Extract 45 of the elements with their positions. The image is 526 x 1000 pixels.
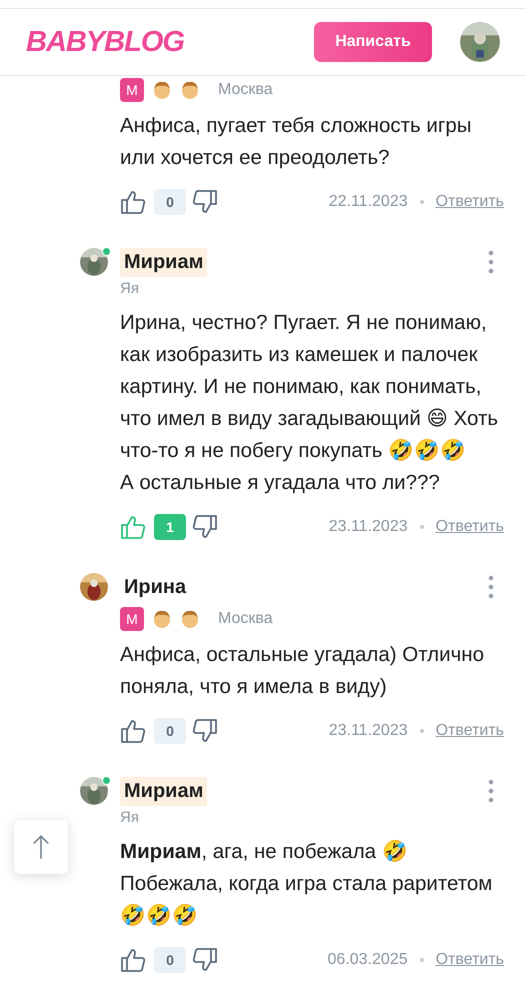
- thumbs-up-icon[interactable]: [120, 718, 146, 744]
- logo[interactable]: BABYBLOG: [26, 26, 184, 58]
- like-count: 0: [154, 947, 186, 973]
- online-indicator: [102, 247, 111, 256]
- comment-text: Анфиса, пугает тебя сложность игры или хочется ее преодолеть?: [120, 113, 472, 171]
- comment-text: Ирина, честно? Пугает. Я не понимаю, как изобразить из камешек и палочек картину. И не понимаю, как понимать, что имел в виду загадывающий 😄 Хоть что-то я не побегу покупать 🤣🤣🤣 А остальные я угадала что ли???: [120, 310, 500, 496]
- child-icon: [152, 609, 172, 629]
- author-name[interactable]: Ирина: [120, 572, 190, 602]
- arrow-up-icon: [32, 834, 50, 860]
- thumbs-down-icon[interactable]: [192, 514, 218, 540]
- comment-date: 06.03.2025: [328, 951, 408, 969]
- thumbs-down-icon[interactable]: [192, 947, 218, 973]
- thumbs-down-icon[interactable]: [192, 189, 218, 215]
- author-name[interactable]: Мириам: [120, 776, 208, 806]
- user-status: Яя: [120, 280, 140, 297]
- thumbs-up-icon[interactable]: [120, 947, 146, 973]
- thumbs-down-icon[interactable]: [192, 718, 218, 744]
- author-name[interactable]: Мириам: [120, 248, 208, 276]
- more-icon[interactable]: [488, 575, 494, 599]
- level-badge: М: [120, 607, 144, 631]
- like-count: 0: [154, 189, 186, 215]
- thumbs-up-icon[interactable]: [120, 189, 146, 215]
- child-icon: [180, 80, 200, 100]
- more-icon[interactable]: [488, 250, 494, 274]
- comment-date: 23.11.2023: [328, 518, 408, 536]
- comment-text: Мириам, ага, не побежала 🤣 Побежала, когда игра стала раритетом 🤣🤣🤣: [120, 838, 494, 929]
- child-icon: [180, 609, 200, 629]
- city: Москва: [218, 610, 273, 628]
- comment-date: 22.11.2023: [328, 193, 408, 211]
- comment-date: 23.11.2023: [328, 722, 408, 740]
- more-icon[interactable]: [488, 779, 494, 803]
- like-count: 1: [154, 514, 186, 540]
- child-icon: [152, 80, 172, 100]
- user-status: Яя: [120, 809, 140, 826]
- online-indicator: [102, 776, 111, 785]
- reply-link[interactable]: Ответить: [436, 193, 504, 211]
- level-badge: М: [120, 78, 144, 102]
- thumbs-up-icon[interactable]: [120, 514, 146, 540]
- reply-link[interactable]: Ответить: [436, 722, 504, 740]
- city: Москва: [218, 81, 273, 99]
- reply-link[interactable]: Ответить: [436, 951, 504, 969]
- write-button[interactable]: Написать: [314, 22, 432, 62]
- reply-link[interactable]: Ответить: [436, 518, 504, 536]
- comment-text: Анфиса, остальные угадала) Отлично поняла, что я имела в виду): [120, 642, 485, 700]
- like-count: 0: [154, 718, 186, 744]
